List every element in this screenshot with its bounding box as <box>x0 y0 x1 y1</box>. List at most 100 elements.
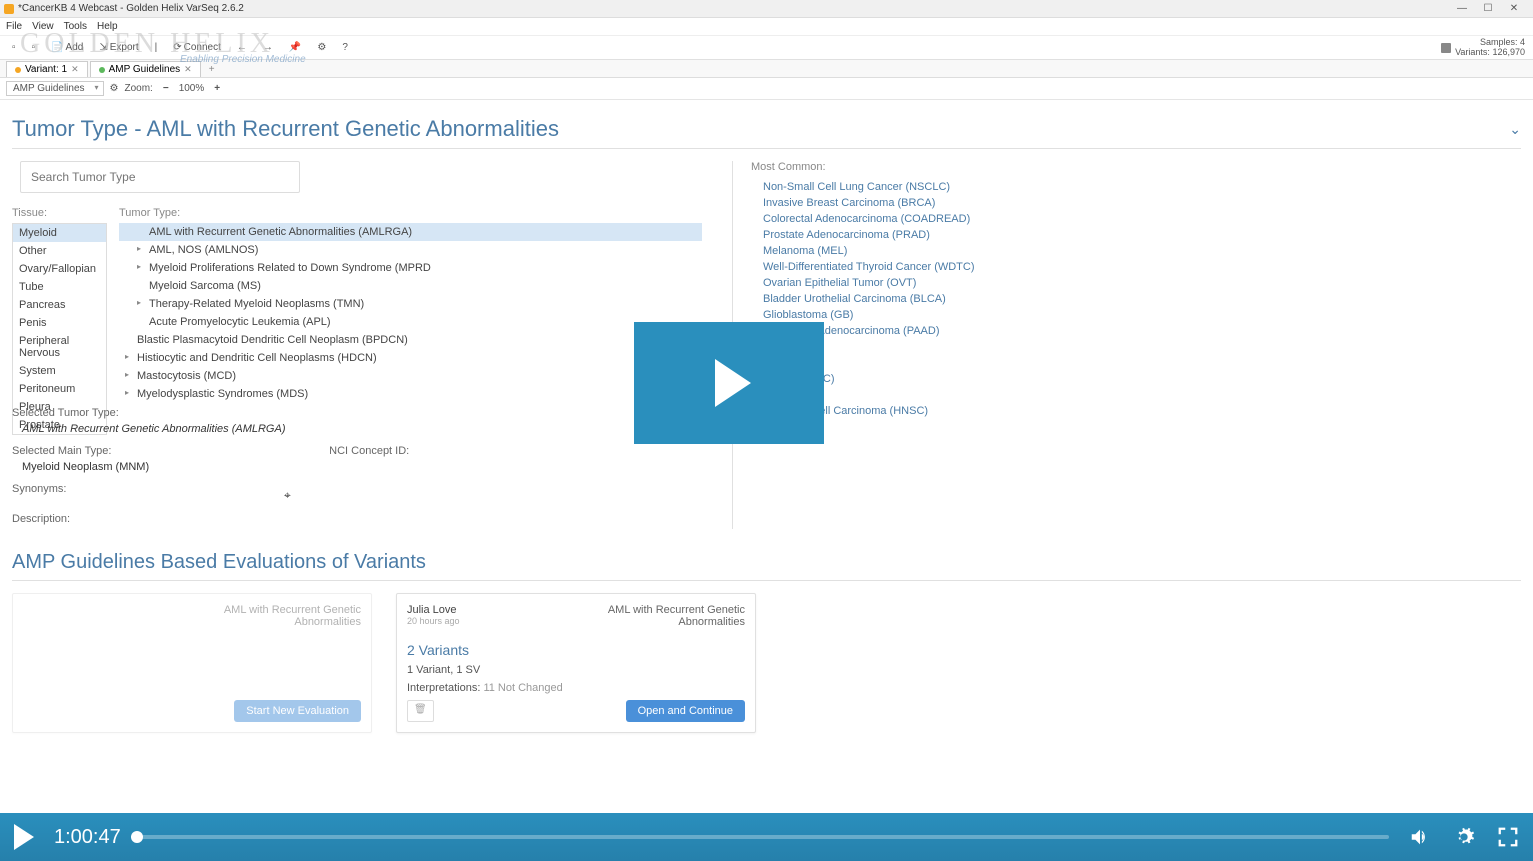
tissue-item[interactable]: Peripheral Nervous <box>13 332 106 362</box>
tab-amp-guidelines[interactable]: AMP Guidelines ✕ <box>90 61 201 77</box>
toolbar-add[interactable]: 📄Add <box>47 41 87 54</box>
tumor-type-item[interactable]: ▸Mastocytosis (MCD) <box>119 367 702 385</box>
zoom-in-button[interactable]: + <box>210 83 224 94</box>
tissue-item[interactable]: Myeloid <box>13 224 106 242</box>
common-tumor-link[interactable]: Melanoma (MEL) <box>751 243 1521 259</box>
evaluation-card-new: AML with Recurrent Genetic Abnormalities… <box>12 593 372 733</box>
tab-dot-icon <box>15 67 21 73</box>
menubar: File View Tools Help <box>0 18 1533 36</box>
fullscreen-icon[interactable] <box>1497 826 1519 848</box>
tissue-item[interactable]: Peritoneum <box>13 380 106 398</box>
common-tumor-link[interactable]: Colorectal Adenocarcinoma (COADREAD) <box>751 211 1521 227</box>
search-tumor-input[interactable] <box>20 161 300 193</box>
tumor-column-label: Tumor Type: <box>119 207 712 219</box>
tab-label: AMP Guidelines <box>109 64 181 75</box>
tumor-type-item[interactable]: Acute Promyelocytic Leukemia (APL) <box>119 313 702 331</box>
selected-tumor-value: AML with Recurrent Genetic Abnormalities… <box>22 423 712 435</box>
menu-view[interactable]: View <box>32 21 54 32</box>
common-tumor-link[interactable]: quamous Cell Carcinoma (HNSC) <box>751 403 1521 419</box>
toolbar-nav-back[interactable]: ← <box>233 41 251 54</box>
common-tumor-link[interactable]: Well-Differentiated Thyroid Cancer (WDTC… <box>751 259 1521 275</box>
toolbar: GOLDEN HELIX Enabling Precision Medicine… <box>0 36 1533 60</box>
tissue-item[interactable]: Penis <box>13 314 106 332</box>
common-tumor-link[interactable]: Invasive Breast Carcinoma (BRCA) <box>751 195 1521 211</box>
common-tumor-link[interactable]: Glioblastoma (GB) <box>751 307 1521 323</box>
settings-small-icon[interactable]: ⚙ <box>110 83 119 94</box>
common-tumor-link[interactable]: ARCNOS) <box>751 339 1521 355</box>
tab-add-button[interactable]: + <box>203 62 221 77</box>
samples-info: Samples: 4 Variants: 126,970 <box>1441 38 1525 58</box>
zoom-label: Zoom: <box>125 83 153 94</box>
tab-variant[interactable]: Variant: 1 ✕ <box>6 61 88 77</box>
zoom-value: 100% <box>179 83 205 94</box>
toolbar-new-icon[interactable]: ▫ <box>8 41 20 54</box>
common-tumor-link[interactable]: Non-Small Cell Lung Cancer (NSCLC) <box>751 179 1521 195</box>
common-tumor-link[interactable]: oma (RCC) <box>751 355 1521 371</box>
tissue-item[interactable]: Tube <box>13 278 106 296</box>
common-tumor-link[interactable]: Bladder Urothelial Carcinoma (BLCA) <box>751 291 1521 307</box>
common-tumor-link[interactable]: Prostate Adenocarcinoma (PRAD) <box>751 227 1521 243</box>
window-title: *CancerKB 4 Webcast - Golden Helix VarSe… <box>18 3 1455 14</box>
tissue-list[interactable]: MyeloidOtherOvary/FallopianTubePancreasP… <box>12 223 107 435</box>
toolbar-settings-icon[interactable]: ⚙ <box>313 41 330 54</box>
tumor-type-section-title: Tumor Type - AML with Recurrent Genetic … <box>12 108 1521 149</box>
variants-count-link[interactable]: 2 Variants <box>407 642 745 658</box>
toolbar-help-icon[interactable]: ? <box>338 41 352 54</box>
toolbar-open-icon[interactable]: ▫ <box>28 41 40 54</box>
tissue-item[interactable]: Ovary/Fallopian <box>13 260 106 278</box>
tumor-type-item[interactable]: Myeloid Sarcoma (MS) <box>119 277 702 295</box>
tissue-item[interactable]: Other <box>13 242 106 260</box>
toolbar-connect[interactable]: ⟳Connect <box>169 41 225 54</box>
tumor-type-item[interactable]: ▸AML, NOS (AMLNOS) <box>119 241 702 259</box>
most-common-label: Most Common: <box>751 161 1521 173</box>
menu-help[interactable]: Help <box>97 21 118 32</box>
tab-close-icon[interactable]: ✕ <box>184 64 192 75</box>
minimize-button[interactable]: — <box>1455 2 1469 16</box>
tumor-type-list[interactable]: AML with Recurrent Genetic Abnormalities… <box>119 223 712 403</box>
toolbar-export[interactable]: ⇲Export <box>95 41 142 54</box>
menu-file[interactable]: File <box>6 21 22 32</box>
menu-tools[interactable]: Tools <box>64 21 87 32</box>
card-user-name: Julia Love <box>407 604 605 616</box>
tabs-row: Variant: 1 ✕ AMP Guidelines ✕ + <box>0 60 1533 78</box>
tumor-type-item[interactable]: Blastic Plasmacytoid Dendritic Cell Neop… <box>119 331 702 349</box>
progress-handle[interactable] <box>131 831 143 843</box>
tumor-type-item[interactable]: AML with Recurrent Genetic Abnormalities… <box>119 223 702 241</box>
tumor-type-item[interactable]: ▸Histiocytic and Dendritic Cell Neoplasm… <box>119 349 702 367</box>
card-tumor-type: AML with Recurrent Genetic Abnormalities <box>605 604 745 628</box>
tissue-item[interactable]: Pancreas <box>13 296 106 314</box>
collapse-chevron-icon[interactable]: ⌄ <box>1509 121 1521 138</box>
tumor-type-item[interactable]: ▸Myelodysplastic Syndromes (MDS) <box>119 385 702 403</box>
tab-close-icon[interactable]: ✕ <box>71 64 79 75</box>
start-new-evaluation-button[interactable]: Start New Evaluation <box>234 700 361 722</box>
tissue-column-label: Tissue: <box>12 207 107 219</box>
zoom-out-button[interactable]: − <box>159 83 173 94</box>
toolbar-nav-fwd[interactable]: → <box>259 41 277 54</box>
common-tumor-link[interactable]: Pancreatic Adenocarcinoma (PAAD) <box>751 323 1521 339</box>
open-and-continue-button[interactable]: Open and Continue <box>626 700 745 722</box>
volume-icon[interactable] <box>1409 826 1431 848</box>
close-button[interactable]: ✕ <box>1507 2 1521 16</box>
titlebar: *CancerKB 4 Webcast - Golden Helix VarSe… <box>0 0 1533 18</box>
common-tumor-link[interactable]: Ovarian Epithelial Tumor (OVT) <box>751 275 1521 291</box>
maximize-button[interactable]: ☐ <box>1481 2 1495 16</box>
tumor-type-item[interactable]: ▸Myeloid Proliferations Related to Down … <box>119 259 702 277</box>
main-content: Tumor Type - AML with Recurrent Genetic … <box>0 100 1533 813</box>
common-tumor-link[interactable]: sm (LNM) <box>751 387 1521 403</box>
tab-label: Variant: 1 <box>25 64 67 75</box>
selected-main-value: Myeloid Neoplasm (MNM) <box>22 461 149 473</box>
tumor-type-item[interactable]: ▸Therapy-Related Myeloid Neoplasms (TMN) <box>119 295 702 313</box>
common-tumor-link[interactable]: inoma (UCEC) <box>751 371 1521 387</box>
video-play-overlay[interactable] <box>634 322 824 444</box>
video-progress-bar[interactable] <box>131 835 1389 839</box>
card-timestamp: 20 hours ago <box>407 616 605 626</box>
toolbar-pin-icon[interactable]: 📌 <box>285 41 305 54</box>
tissue-item[interactable]: System <box>13 362 106 380</box>
delete-evaluation-button[interactable]: 🗑 <box>407 700 434 722</box>
subtoolbar: AMP Guidelines ⚙ Zoom: − 100% + <box>0 78 1533 100</box>
settings-gear-icon[interactable] <box>1453 826 1475 848</box>
video-time: 1:00:47 <box>54 826 121 849</box>
play-button[interactable] <box>14 824 34 850</box>
card-tumor-type: AML with Recurrent Genetic Abnormalities <box>221 604 361 628</box>
view-dropdown[interactable]: AMP Guidelines <box>6 81 104 96</box>
